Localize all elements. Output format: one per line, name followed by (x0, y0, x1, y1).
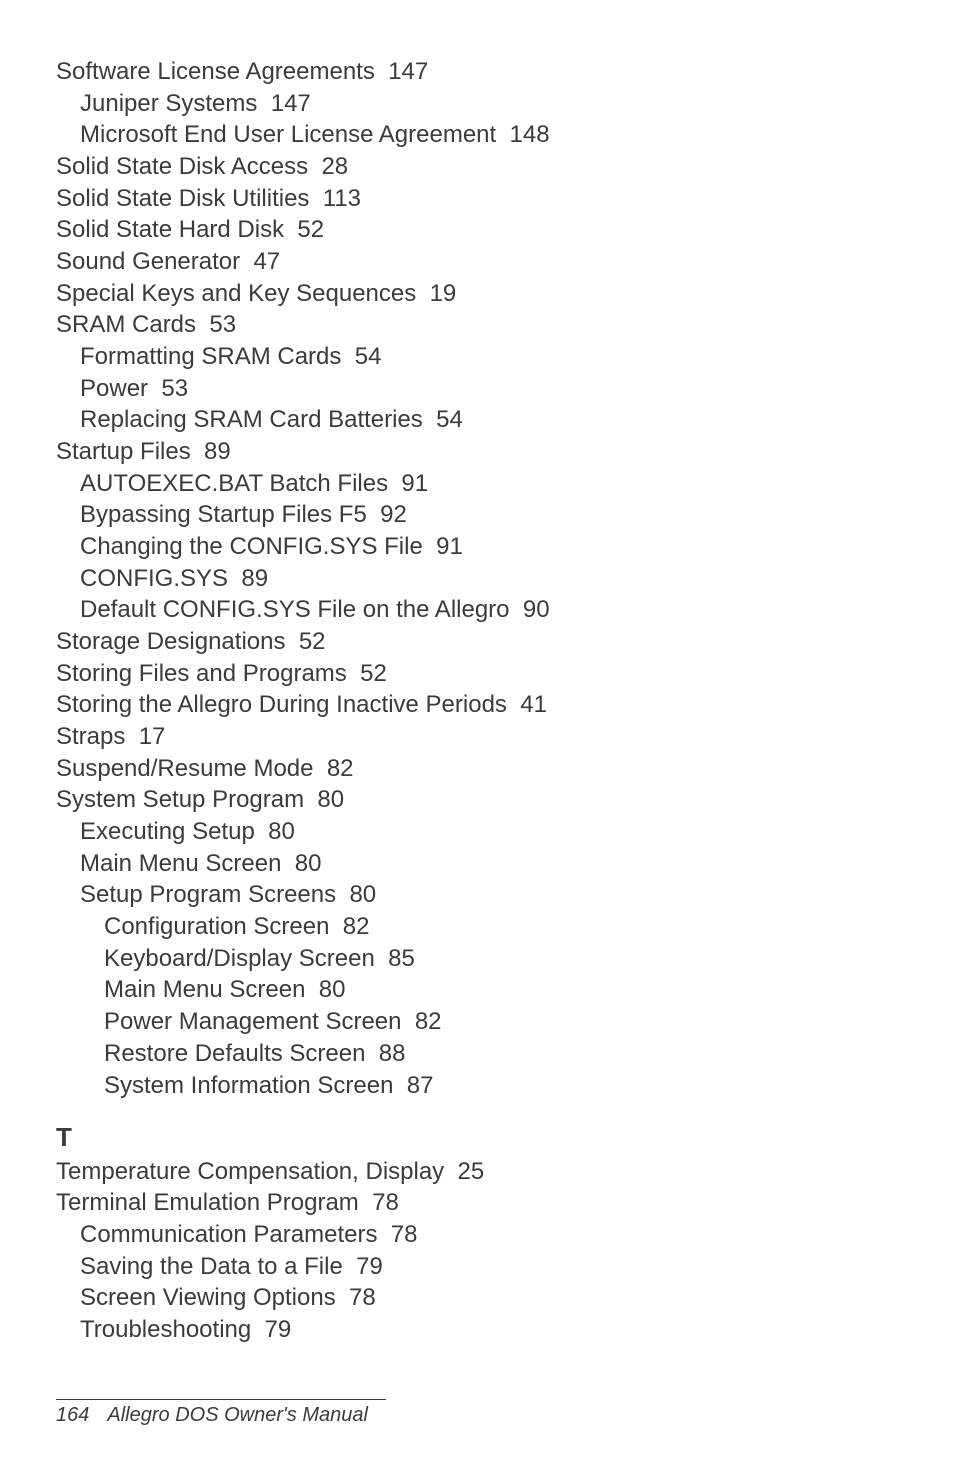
index-entry: Formatting SRAM Cards 54 (56, 341, 914, 373)
index-entry: Replacing SRAM Card Batteries 54 (56, 404, 914, 436)
index-page: Software License Agreements 147Juniper S… (0, 0, 954, 1346)
index-entry: Power 53 (56, 373, 914, 405)
index-entry: Sound Generator 47 (56, 246, 914, 278)
index-entry: Microsoft End User License Agreement 148 (56, 119, 914, 151)
index-entry: System Setup Program 80 (56, 784, 914, 816)
footer-text: 164 Allegro DOS Owner's Manual (56, 1404, 898, 1427)
index-section-t: Temperature Compensation, Display 25Term… (56, 1156, 914, 1346)
index-entry: Screen Viewing Options 78 (56, 1282, 914, 1314)
index-entry: Saving the Data to a File 79 (56, 1251, 914, 1283)
index-entry: Executing Setup 80 (56, 816, 914, 848)
footer-page-number: 164 (56, 1404, 89, 1426)
index-entry: Power Management Screen 82 (56, 1006, 914, 1038)
index-entry: Storing the Allegro During Inactive Peri… (56, 689, 914, 721)
index-section-letter: T (56, 1119, 914, 1155)
index-entry: Terminal Emulation Program 78 (56, 1187, 914, 1219)
index-entry: Temperature Compensation, Display 25 (56, 1156, 914, 1188)
index-entry: Default CONFIG.SYS File on the Allegro 9… (56, 594, 914, 626)
index-entry: Straps 17 (56, 721, 914, 753)
index-entry: Restore Defaults Screen 88 (56, 1038, 914, 1070)
index-entry: Setup Program Screens 80 (56, 879, 914, 911)
index-entry: Main Menu Screen 80 (56, 974, 914, 1006)
index-entry: Suspend/Resume Mode 82 (56, 753, 914, 785)
index-entry: Startup Files 89 (56, 436, 914, 468)
index-entry: Solid State Disk Access 28 (56, 151, 914, 183)
index-entry: Software License Agreements 147 (56, 56, 914, 88)
index-entry: AUTOEXEC.BAT Batch Files 91 (56, 468, 914, 500)
footer-rule (56, 1399, 386, 1400)
page-footer: 164 Allegro DOS Owner's Manual (56, 1399, 898, 1427)
index-entry: Bypassing Startup Files F5 92 (56, 499, 914, 531)
index-entry: Solid State Hard Disk 52 (56, 214, 914, 246)
index-entry: Keyboard/Display Screen 85 (56, 943, 914, 975)
index-entry: Changing the CONFIG.SYS File 91 (56, 531, 914, 563)
index-entry: Storing Files and Programs 52 (56, 658, 914, 690)
index-entry: Juniper Systems 147 (56, 88, 914, 120)
index-entry: System Information Screen 87 (56, 1070, 914, 1102)
index-entry: Communication Parameters 78 (56, 1219, 914, 1251)
index-entry: Storage Designations 52 (56, 626, 914, 658)
index-entry: Configuration Screen 82 (56, 911, 914, 943)
index-section-s: Software License Agreements 147Juniper S… (56, 56, 914, 1101)
index-entry: Main Menu Screen 80 (56, 848, 914, 880)
index-entry: CONFIG.SYS 89 (56, 563, 914, 595)
index-entry: Special Keys and Key Sequences 19 (56, 278, 914, 310)
index-entry: Solid State Disk Utilities 113 (56, 183, 914, 215)
index-entry: Troubleshooting 79 (56, 1314, 914, 1346)
index-entry: SRAM Cards 53 (56, 309, 914, 341)
footer-title: Allegro DOS Owner's Manual (107, 1404, 368, 1426)
